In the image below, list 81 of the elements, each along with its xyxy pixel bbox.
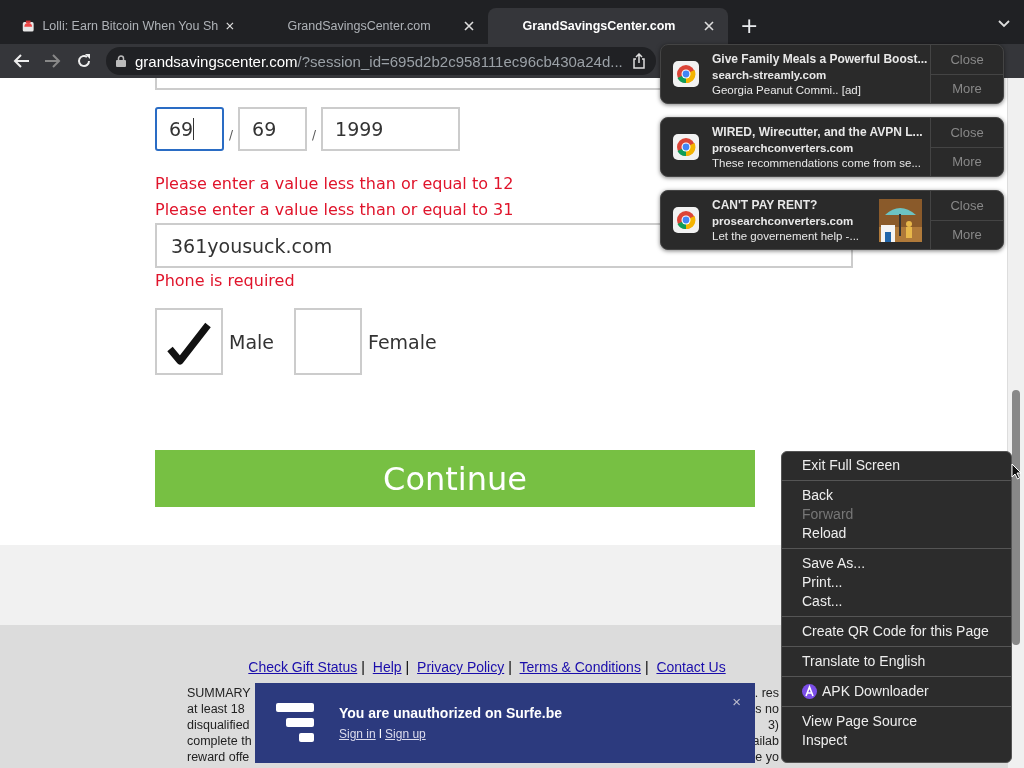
link-separator: I: [378, 727, 383, 741]
summary-text: at least 18: [187, 701, 246, 717]
back-icon[interactable]: [12, 53, 30, 69]
menu-item[interactable]: View Page Source: [782, 712, 1011, 731]
date-field[interactable]: 69: [238, 107, 308, 151]
date-separator: /: [312, 128, 317, 142]
close-icon[interactable]: [704, 21, 714, 31]
footer-link[interactable]: Contact Us: [656, 659, 726, 675]
mouse-cursor-icon: [1011, 463, 1022, 480]
browser-tab[interactable]: GrandSavingsCenter.com: [488, 8, 728, 44]
close-button[interactable]: Close: [931, 45, 1003, 75]
menu-item[interactable]: APK Downloader: [782, 682, 1011, 701]
error-message: Phone is required: [155, 270, 295, 292]
footer-link[interactable]: Privacy Policy: [417, 659, 505, 675]
close-button[interactable]: Close: [931, 191, 1003, 221]
sign-in-link[interactable]: Sign in: [339, 727, 376, 741]
notification-title: CAN'T PAY RENT?: [712, 198, 819, 212]
summary-text: e yo: [754, 749, 779, 765]
menu-item[interactable]: Save As...: [782, 554, 1011, 573]
footer-link[interactable]: Check Gift Status: [248, 659, 358, 675]
close-icon[interactable]: [226, 21, 234, 31]
menu-item[interactable]: Reload: [782, 524, 1011, 543]
extension-icon: [802, 684, 817, 699]
menu-item[interactable]: Create QR Code for this Page: [782, 622, 1011, 641]
checkbox-label: Male: [229, 330, 274, 353]
link-separator: |: [644, 659, 649, 675]
reload-icon[interactable]: [76, 53, 92, 69]
summary-text: s no: [754, 701, 779, 717]
banner-title: You are unauthorized on Surfe.be: [339, 705, 562, 721]
summary-text: . res: [753, 685, 779, 701]
browser-tab[interactable]: GrandSavingsCenter.com: [248, 8, 488, 44]
close-button[interactable]: Close: [931, 118, 1003, 148]
forward-icon[interactable]: [44, 53, 62, 69]
notification-body: These recommendations come from se...: [712, 157, 922, 169]
footer-link[interactable]: Help: [372, 659, 402, 675]
browser-tab[interactable]: Lolli: Earn Bitcoin When You Sh: [8, 8, 248, 44]
date-field[interactable]: 69: [155, 107, 224, 151]
menu-item[interactable]: Cast...: [782, 592, 1011, 611]
lock-icon: [116, 55, 126, 67]
new-tab-button[interactable]: +: [740, 13, 759, 38]
link-separator: |: [361, 659, 365, 675]
close-button[interactable]: ×: [732, 693, 741, 710]
menu-item[interactable]: Inspect: [782, 731, 1011, 750]
notification-title: Give Family Meals a Powerful Boost...: [712, 52, 929, 66]
error-message: Please enter a value less than or equal to 31: [155, 199, 514, 221]
more-button[interactable]: More: [931, 74, 1003, 103]
notification-source: prosearchconverters.com: [712, 142, 855, 154]
footer-link[interactable]: Terms & Conditions: [519, 659, 641, 675]
menu-item[interactable]: Print...: [782, 573, 1011, 592]
address-bar[interactable]: grandsavingscenter.com/?session_id=695d2b2c958111ec96cb430a24d...: [106, 47, 656, 75]
menu-item[interactable]: Back: [782, 486, 1011, 505]
more-button[interactable]: More: [931, 147, 1003, 176]
summary-text: reward offe: [187, 749, 251, 765]
scrollbar-thumb[interactable]: [1012, 390, 1020, 645]
checkbox[interactable]: [294, 308, 362, 375]
browser-logo-icon: [673, 134, 699, 160]
summary-text: disqualified: [187, 717, 251, 733]
close-icon[interactable]: [464, 21, 474, 31]
shop-icon: [22, 18, 35, 34]
logo-icon: [276, 703, 314, 743]
summary-text: SUMMARY: [187, 685, 252, 701]
menu-item[interactable]: Exit Full Screen: [782, 456, 1011, 475]
checkbox-label: Female: [368, 330, 437, 353]
link-separator: |: [405, 659, 410, 675]
browser-logo-icon: [673, 207, 699, 233]
notification-source: search-streamly.com: [712, 69, 828, 81]
notification-title: WIRED, Wirecutter, and the AVPN L...: [712, 125, 924, 139]
checkbox[interactable]: [155, 308, 223, 375]
summary-text: 3): [766, 717, 779, 733]
summary-text: complete th: [187, 733, 252, 749]
browser-logo-icon: [673, 61, 699, 87]
more-button[interactable]: More: [931, 220, 1003, 249]
notification-body: Georgia Peanut Commi.. [ad]: [712, 84, 862, 96]
share-icon[interactable]: [631, 53, 646, 69]
date-field[interactable]: 1999: [321, 107, 461, 151]
sign-up-link[interactable]: Sign up: [385, 727, 426, 741]
chevron-down-icon[interactable]: [998, 20, 1010, 28]
menu-item[interactable]: Translate to English: [782, 652, 1011, 671]
error-message: Please enter a value less than or equal to 12: [155, 173, 514, 195]
link-separator: |: [508, 659, 512, 675]
date-separator: /: [229, 128, 234, 142]
